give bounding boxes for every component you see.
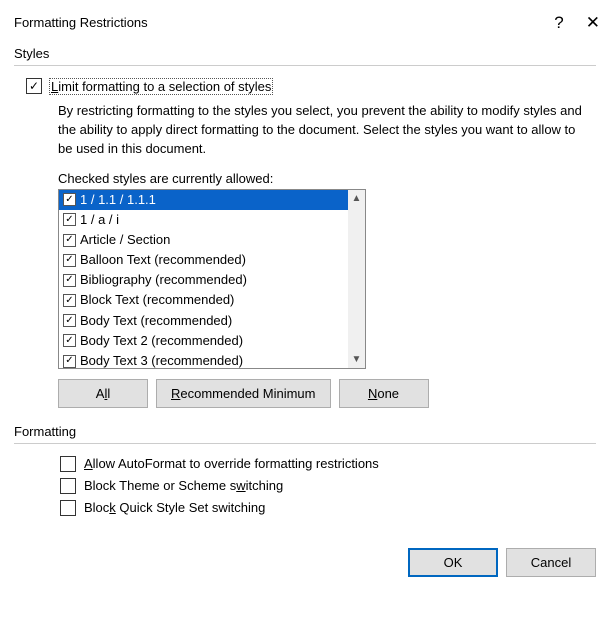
- titlebar: Formatting Restrictions ? ✕: [0, 0, 610, 38]
- item-checkbox[interactable]: [63, 334, 76, 347]
- restriction-description: By restricting formatting to the styles …: [58, 102, 588, 159]
- block-quick-style-row[interactable]: Block Quick Style Set switching: [60, 500, 596, 516]
- dialog-title: Formatting Restrictions: [14, 15, 148, 30]
- help-icon[interactable]: ?: [554, 14, 563, 31]
- allow-autoformat-label: Allow AutoFormat to override formatting …: [84, 456, 379, 471]
- formatting-divider: [14, 443, 596, 444]
- list-item[interactable]: Balloon Text (recommended): [59, 250, 348, 270]
- styles-list-items[interactable]: 1 / 1.1 / 1.1.1 1 / a / i Article / Sect…: [59, 190, 348, 368]
- item-checkbox[interactable]: [63, 355, 76, 368]
- styles-divider: [14, 65, 596, 66]
- list-item[interactable]: Body Text 2 (recommended): [59, 331, 348, 351]
- block-quick-style-checkbox[interactable]: [60, 500, 76, 516]
- item-checkbox[interactable]: [63, 254, 76, 267]
- limit-formatting-row[interactable]: Limit formatting to a selection of style…: [26, 78, 596, 94]
- list-item[interactable]: Block Text (recommended): [59, 290, 348, 310]
- all-button[interactable]: All: [58, 379, 148, 408]
- item-checkbox[interactable]: [63, 193, 76, 206]
- cancel-button[interactable]: Cancel: [506, 548, 596, 577]
- list-label: Checked styles are currently allowed:: [58, 171, 596, 186]
- limit-formatting-label: Limit formatting to a selection of style…: [50, 79, 272, 94]
- none-button[interactable]: None: [339, 379, 429, 408]
- block-theme-label: Block Theme or Scheme switching: [84, 478, 283, 493]
- allow-autoformat-checkbox[interactable]: [60, 456, 76, 472]
- list-item[interactable]: Body Text (recommended): [59, 311, 348, 331]
- item-checkbox[interactable]: [63, 234, 76, 247]
- block-quick-style-label: Block Quick Style Set switching: [84, 500, 265, 515]
- item-checkbox[interactable]: [63, 294, 76, 307]
- recommended-minimum-button[interactable]: Recommended Minimum: [156, 379, 331, 408]
- scroll-up-icon[interactable]: ▲: [348, 190, 365, 207]
- item-checkbox[interactable]: [63, 274, 76, 287]
- item-checkbox[interactable]: [63, 314, 76, 327]
- styles-group-label: Styles: [14, 46, 596, 61]
- styles-listbox[interactable]: 1 / 1.1 / 1.1.1 1 / a / i Article / Sect…: [58, 189, 366, 369]
- scrollbar[interactable]: ▲ ▼: [348, 190, 365, 368]
- allow-autoformat-row[interactable]: Allow AutoFormat to override formatting …: [60, 456, 596, 472]
- window-controls: ? ✕: [554, 14, 600, 31]
- list-item[interactable]: Body Text 3 (recommended): [59, 351, 348, 368]
- list-item[interactable]: 1 / a / i: [59, 210, 348, 230]
- ok-button[interactable]: OK: [408, 548, 498, 577]
- block-theme-row[interactable]: Block Theme or Scheme switching: [60, 478, 596, 494]
- scroll-down-icon[interactable]: ▼: [348, 351, 365, 368]
- item-checkbox[interactable]: [63, 213, 76, 226]
- close-icon[interactable]: ✕: [586, 14, 600, 31]
- list-item[interactable]: Bibliography (recommended): [59, 270, 348, 290]
- limit-formatting-checkbox[interactable]: [26, 78, 42, 94]
- list-item[interactable]: 1 / 1.1 / 1.1.1: [59, 190, 348, 210]
- formatting-group-label: Formatting: [14, 424, 596, 439]
- list-item[interactable]: Article / Section: [59, 230, 348, 250]
- block-theme-checkbox[interactable]: [60, 478, 76, 494]
